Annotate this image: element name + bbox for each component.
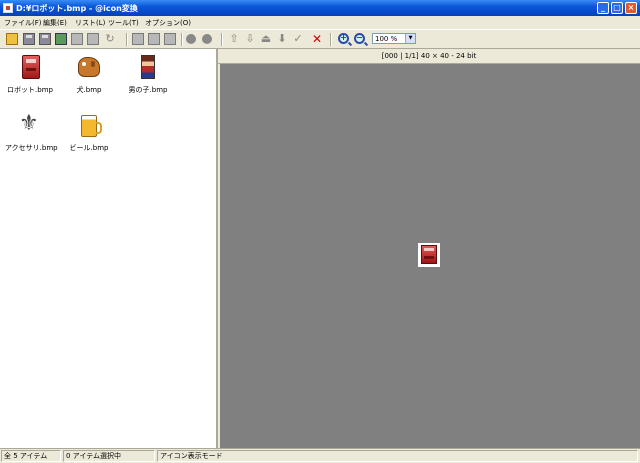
zoom-select[interactable]: 100 % ▼ <box>372 33 416 44</box>
minimize-button[interactable]: _ <box>597 2 609 14</box>
file-item[interactable]: 男の子.bmp <box>123 51 173 101</box>
file-label: アクセサリ.bmp <box>5 144 58 152</box>
menu-edit[interactable]: 編集(E) <box>43 18 67 28</box>
file-list-panel[interactable]: ロボット.bmp 犬.bmp 男の子.bmp アクセサリ.bmp ビール.bmp <box>0 49 218 448</box>
robot-icon <box>421 245 437 264</box>
toolbar-separator <box>181 33 183 46</box>
open-folder-icon[interactable] <box>6 33 18 45</box>
file-item[interactable]: ロボット.bmp <box>5 51 55 101</box>
person-icon[interactable] <box>186 34 196 44</box>
status-item-count: 全 5 アイテム <box>1 450 61 462</box>
chevron-down-icon[interactable]: ▼ <box>405 34 415 43</box>
menu-bar: ファイル(F) 編集(E) リスト(L) ツール(T) オプション(O) <box>0 16 640 29</box>
check-icon[interactable]: ✓ <box>292 33 304 45</box>
file-item[interactable]: アクセサリ.bmp <box>5 109 58 159</box>
delete-icon[interactable]: ✕ <box>311 33 323 45</box>
menu-list[interactable]: リスト(L) <box>75 18 105 28</box>
toolbar-separator <box>126 33 128 46</box>
zoom-value: 100 % <box>375 35 398 43</box>
zoom-in-icon[interactable]: + <box>338 33 349 44</box>
toolbar: ↻ ⇧ ⇩ ⏏ ⬇ ✓ ✕ + − 100 % ▼ <box>0 29 640 49</box>
menu-file[interactable]: ファイル(F) <box>4 18 42 28</box>
file-item[interactable]: ビール.bmp <box>64 109 114 159</box>
file-label: ロボット.bmp <box>7 86 53 94</box>
send-icon[interactable]: ⬇ <box>276 33 288 45</box>
save-as-icon[interactable] <box>39 33 51 45</box>
paste-new-icon[interactable] <box>164 33 176 45</box>
zoom-out-icon[interactable]: − <box>354 33 365 44</box>
menu-options[interactable]: オプション(O) <box>145 18 191 28</box>
menu-tools[interactable]: ツール(T) <box>108 18 139 28</box>
save-icon[interactable] <box>23 33 35 45</box>
file-item[interactable]: 犬.bmp <box>64 51 114 101</box>
down-arrow-icon[interactable]: ⇩ <box>244 33 256 45</box>
maximize-button[interactable]: □ <box>611 2 623 14</box>
app-icon[interactable] <box>3 3 13 13</box>
title-bar: D:¥ロボット.bmp - @icon変換 _ □ × <box>0 0 640 16</box>
status-bar: 全 5 アイテム 0 アイテム選択中 アイコン表示モード <box>0 448 640 463</box>
copy-icon[interactable] <box>132 33 144 45</box>
person2-icon[interactable] <box>202 34 212 44</box>
close-button[interactable]: × <box>625 2 637 14</box>
status-mode: アイコン表示モード <box>157 450 638 462</box>
boy-icon <box>141 55 155 79</box>
paste-icon[interactable] <box>148 33 160 45</box>
file-label: 男の子.bmp <box>128 86 168 94</box>
preview-canvas[interactable] <box>220 64 640 448</box>
preview-panel: [000 | 1/1] 40 × 40 - 24 bit <box>218 49 640 448</box>
file-label: ビール.bmp <box>69 144 109 152</box>
bring-icon[interactable]: ⏏ <box>260 33 272 45</box>
import-icon[interactable] <box>55 33 67 45</box>
beer-icon <box>81 115 102 137</box>
status-selected: 0 アイテム選択中 <box>63 450 155 462</box>
accessory-icon <box>19 111 41 137</box>
up-arrow-icon[interactable]: ⇧ <box>228 33 240 45</box>
dog-icon <box>78 57 100 77</box>
window-title: D:¥ロボット.bmp - @icon変換 <box>16 4 138 13</box>
toolbar-separator <box>330 33 332 46</box>
export-icon[interactable] <box>71 33 83 45</box>
rotate-icon[interactable]: ↻ <box>104 33 116 45</box>
toolbar-separator <box>221 33 223 46</box>
robot-icon <box>22 55 40 79</box>
preview-image <box>418 243 440 267</box>
file-label: 犬.bmp <box>76 86 102 94</box>
image-info: [000 | 1/1] 40 × 40 - 24 bit <box>218 49 640 64</box>
convert-icon[interactable] <box>87 33 99 45</box>
